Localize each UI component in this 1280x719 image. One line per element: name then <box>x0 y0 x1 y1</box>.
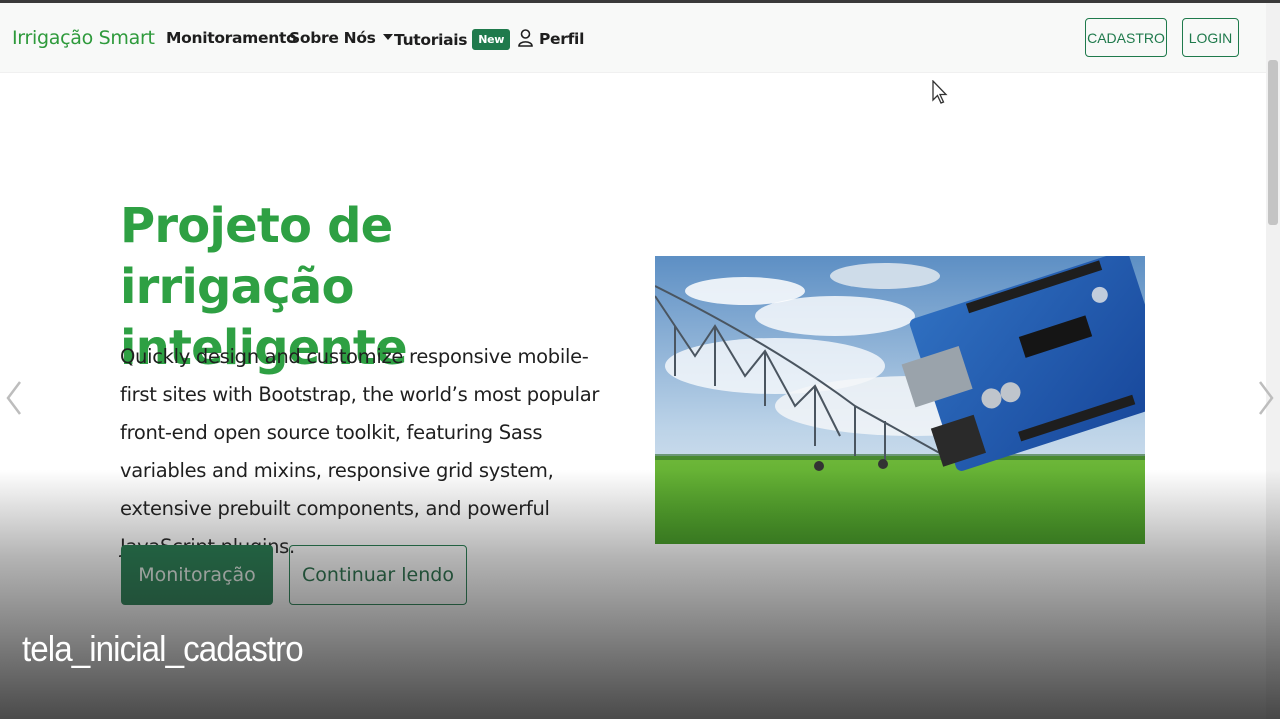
nav-link-perfil-label: Perfil <box>539 30 585 48</box>
hero-description: Quickly design and customize responsive … <box>120 345 600 558</box>
login-button[interactable]: LOGIN <box>1182 18 1239 57</box>
nav-dropdown-sobre[interactable]: Sobre Nós <box>289 29 393 47</box>
scrollbar-thumb[interactable] <box>1268 60 1278 225</box>
nav-link-perfil[interactable]: Perfil <box>518 29 584 48</box>
chevron-right-icon[interactable] <box>1256 380 1276 416</box>
chevron-left-icon[interactable] <box>4 380 24 416</box>
hero-image-irrigation-arduino <box>655 256 1145 544</box>
continuar-lendo-button[interactable]: Continuar lendo <box>289 545 467 605</box>
caret-down-icon <box>382 34 393 40</box>
cadastro-button[interactable]: CADASTRO <box>1085 18 1167 57</box>
nav-link-tutoriais[interactable]: Tutoriais New <box>394 29 511 50</box>
new-badge: New <box>472 29 511 50</box>
video-caption: tela_inicial_cadastro <box>22 628 304 669</box>
nav-link-monitoramento[interactable]: Monitoramento <box>166 29 297 47</box>
nav-link-tutoriais-label: Tutoriais <box>394 31 468 49</box>
navbar: Irrigação Smart Monitoramento Sobre Nós … <box>0 3 1266 73</box>
user-icon <box>518 29 533 47</box>
nav-dropdown-sobre-label: Sobre Nós <box>289 29 376 47</box>
mouse-cursor-icon <box>932 80 948 104</box>
brand-logo[interactable]: Irrigação Smart <box>12 27 155 49</box>
monitoracao-button[interactable]: Monitoração <box>121 545 273 605</box>
